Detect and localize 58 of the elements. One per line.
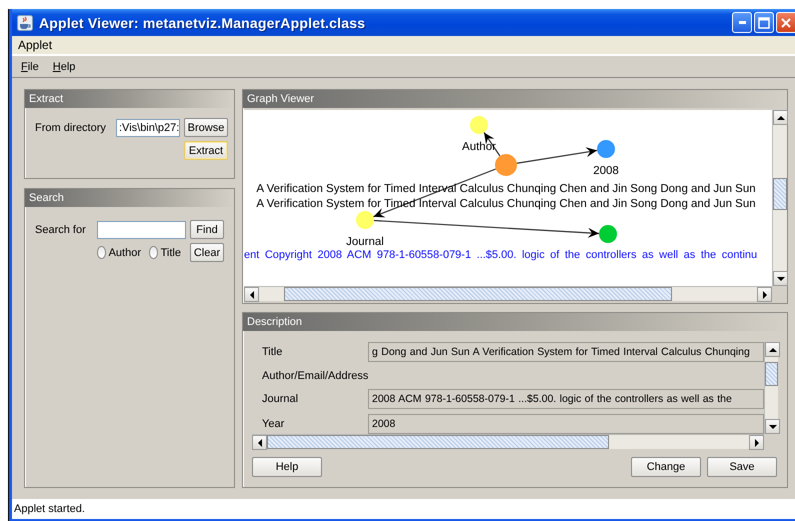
menu-item[interactable]: File	[21, 60, 39, 72]
radio-label[interactable]: Title	[160, 246, 181, 258]
button[interactable]: Browse	[184, 118, 228, 137]
menu-item[interactable]: Help	[52, 60, 76, 72]
button[interactable]: Help	[252, 457, 322, 477]
node-label: ent Copyright 2008 ACM 978-1-60558-079-1 ...$5.00. logic of the controllers as well as the continu	[244, 249, 758, 261]
menu-item[interactable]: Applet	[18, 38, 52, 52]
text-field[interactable]: g Dong and Jun Sun A Verification System for Timed Interval Calculus Chunqing	[368, 342, 764, 362]
scroll-thumb[interactable]	[284, 287, 672, 301]
radio-button[interactable]	[149, 246, 158, 259]
scroll-thumb[interactable]	[773, 178, 787, 210]
panel-title: Graph Viewer	[243, 90, 787, 108]
field-label: Journal	[262, 393, 300, 405]
coffee-cup-icon	[17, 14, 33, 30]
text-field[interactable]: 2008	[368, 414, 764, 434]
minimize-button[interactable]	[732, 12, 752, 33]
scroll-left-button[interactable]	[252, 435, 267, 450]
radio-label[interactable]: Author	[108, 246, 142, 258]
button[interactable]: Change	[631, 457, 701, 477]
vertical-scrollbar[interactable]	[764, 342, 778, 434]
minimize-icon	[738, 21, 746, 24]
scroll-right-button[interactable]	[749, 435, 764, 450]
scroll-up-button[interactable]	[765, 342, 780, 357]
field-label: Title	[262, 346, 284, 358]
find-button[interactable]: Find	[190, 220, 224, 239]
scroll-down-button[interactable]	[765, 419, 780, 434]
window-title: Applet Viewer: metanetviz.ManagerApplet.class	[39, 14, 366, 30]
directory-field[interactable]: :Vis\bin\p27:	[116, 118, 180, 136]
field-label: Search for	[35, 224, 87, 236]
close-icon	[781, 18, 791, 28]
button[interactable]: Extract	[184, 141, 228, 160]
scroll-up-button[interactable]	[773, 110, 788, 125]
status-bar: Applet started.	[12, 499, 795, 521]
graph-canvas[interactable]	[244, 110, 772, 286]
scroll-right-button[interactable]	[757, 287, 772, 302]
horizontal-scrollbar[interactable]	[252, 434, 764, 449]
maximize-icon	[758, 16, 770, 28]
scroll-down-button[interactable]	[773, 271, 788, 286]
close-button[interactable]	[776, 12, 795, 33]
scroll-thumb[interactable]	[765, 362, 778, 386]
field-label: Year	[262, 418, 286, 430]
node-label: Journal	[346, 236, 384, 248]
radio-button[interactable]	[97, 246, 106, 259]
maximize-button[interactable]	[754, 12, 774, 33]
panel-title: Search	[25, 189, 234, 207]
vertical-scrollbar[interactable]	[772, 110, 787, 286]
text-field[interactable]: 2008 ACM 978-1-60558-079-1 ...$5.00. logic of the controllers as well as the	[368, 389, 764, 409]
panel-title: Description	[243, 313, 787, 331]
scroll-thumb[interactable]	[267, 435, 610, 449]
node-label: 2008	[593, 165, 619, 177]
field-label: From directory	[35, 122, 107, 134]
field-label: Author/Email/Address	[262, 370, 368, 382]
panel-title: Extract	[25, 90, 234, 108]
horizontal-scrollbar[interactable]	[244, 286, 772, 301]
search-field[interactable]	[97, 220, 186, 238]
button[interactable]: Save	[707, 457, 777, 477]
clear-button[interactable]: Clear	[190, 243, 224, 262]
scroll-left-button[interactable]	[244, 287, 259, 302]
